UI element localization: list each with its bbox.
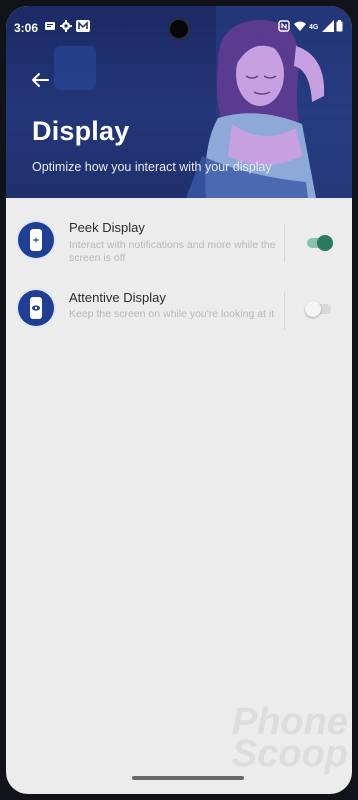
phone-screen: 3:06 4G Display Optimize how you interac…: [6, 6, 352, 794]
attentive-display-toggle[interactable]: [305, 301, 331, 317]
home-gesture-bar[interactable]: [132, 776, 244, 780]
setting-peek-display[interactable]: Peek Display Interact with notifications…: [6, 208, 352, 276]
status-time: 3:06: [14, 21, 39, 35]
attentive-display-icon: [18, 290, 54, 326]
toggle-knob: [317, 235, 333, 251]
svg-text:4G: 4G: [309, 24, 319, 31]
peek-display-toggle[interactable]: [307, 235, 333, 251]
lte-icon: 4G: [309, 24, 319, 31]
watermark-line-2: Scoop: [231, 733, 348, 775]
page-subtitle: Optimize how you interact with your disp…: [32, 160, 272, 174]
status-bar: 3:06 4G: [6, 6, 352, 42]
attentive-display-description: Keep the screen on while you're looking …: [69, 308, 275, 320]
wifi-icon: [294, 21, 306, 31]
signal-icon: [322, 20, 334, 32]
front-camera: [168, 18, 190, 40]
m-badge-icon: [76, 20, 90, 32]
battery-icon: [336, 20, 343, 32]
gear-icon: [60, 20, 72, 32]
header-banner: 3:06 4G Display Optimize how you interac…: [6, 6, 352, 198]
settings-list: Peek Display Interact with notifications…: [6, 198, 352, 348]
attentive-display-title: Attentive Display: [69, 290, 166, 305]
row-divider: [284, 224, 285, 262]
row-divider: [284, 292, 285, 330]
toggle-knob: [305, 301, 321, 317]
peek-display-description: Interact with notifications and more whi…: [69, 239, 276, 264]
back-arrow-icon[interactable]: [28, 68, 52, 92]
peek-display-icon: [18, 222, 54, 258]
watermark-logo: Phone Scoop: [208, 703, 348, 775]
peek-display-title: Peek Display: [69, 220, 145, 235]
setting-attentive-display[interactable]: Attentive Display Keep the screen on whi…: [6, 280, 352, 348]
page-title: Display: [32, 116, 130, 146]
nfc-icon: [278, 20, 290, 32]
message-icon: [45, 22, 55, 30]
